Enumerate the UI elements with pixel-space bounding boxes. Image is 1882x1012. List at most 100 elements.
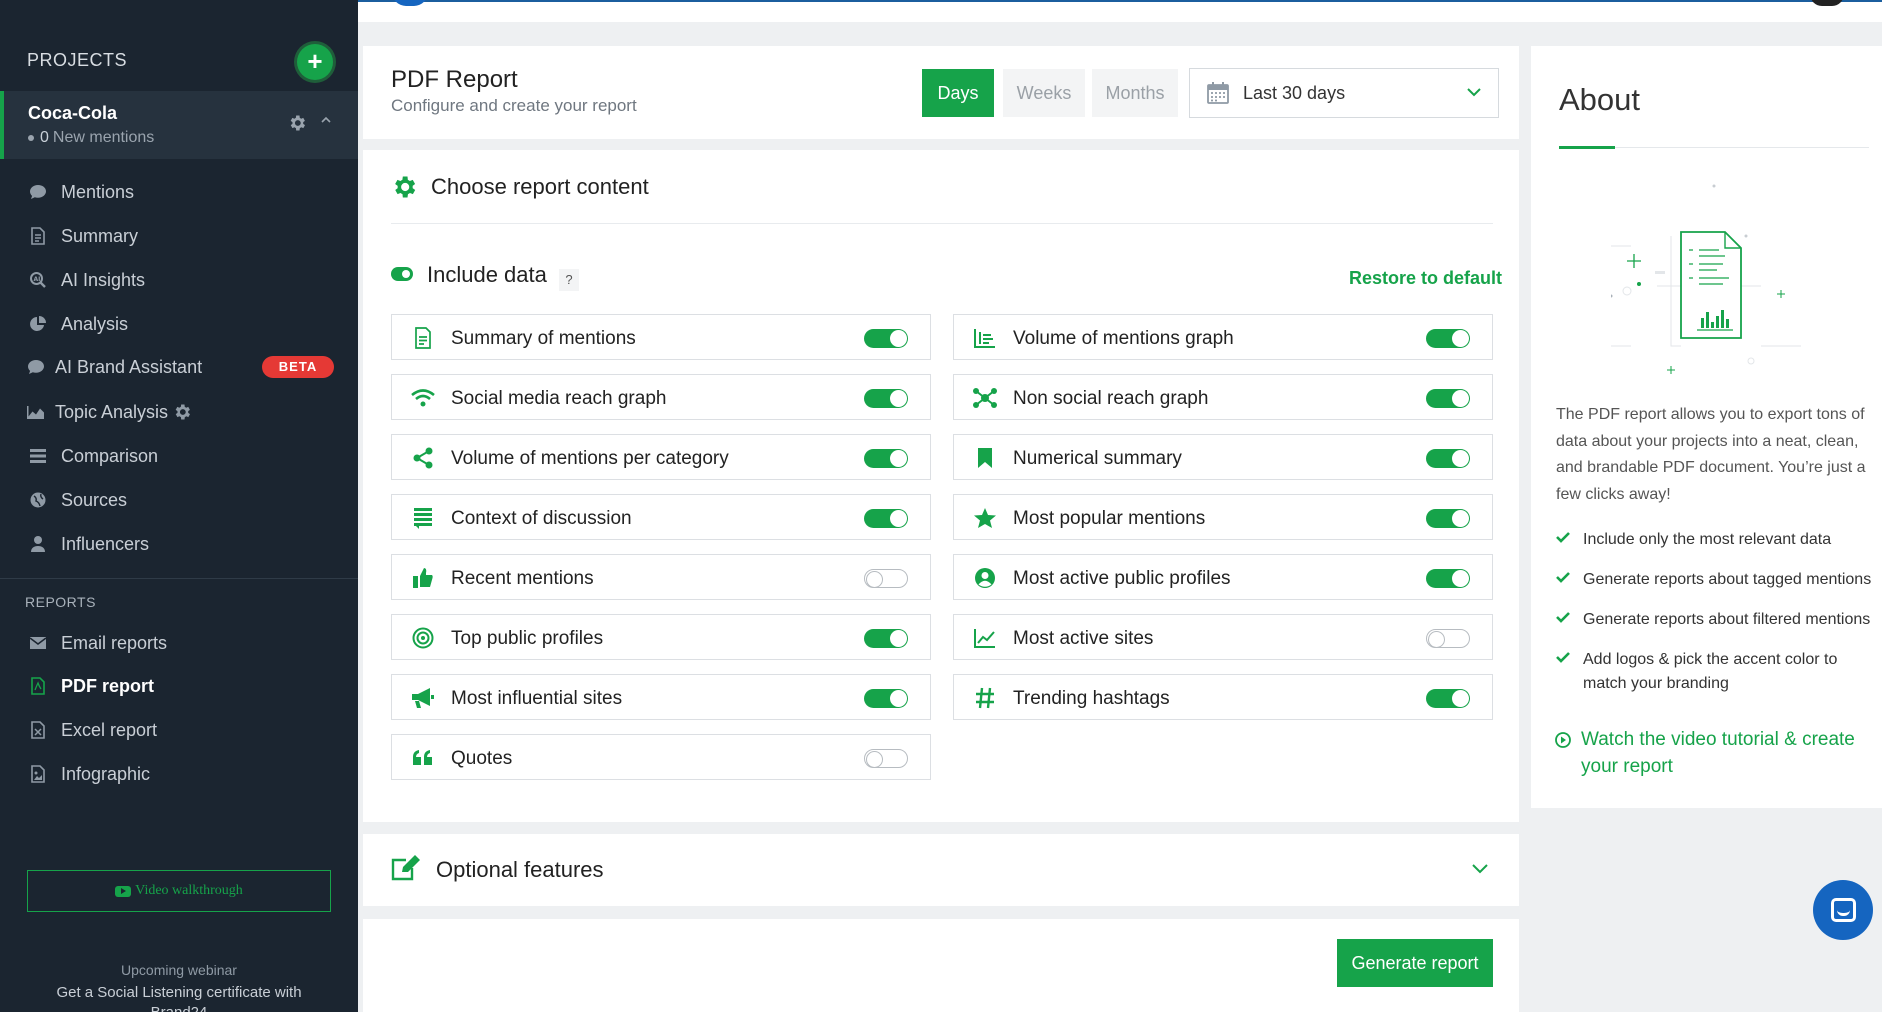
check-icon	[1555, 648, 1575, 696]
sidebar-item-label: Sources	[61, 489, 128, 510]
option-toggle[interactable]	[864, 629, 908, 648]
user-icon	[27, 535, 49, 553]
include-data-toggle[interactable]	[391, 267, 413, 286]
option-toggle[interactable]	[864, 689, 908, 708]
optional-features-panel[interactable]: Optional features	[363, 834, 1519, 906]
option-trending-hashtags[interactable]: Trending hashtags	[953, 674, 1493, 720]
option-toggle[interactable]	[864, 389, 908, 408]
sidebar-item-topic-analysis[interactable]: Topic Analysis	[25, 397, 192, 427]
generate-report-button[interactable]: Generate report	[1337, 939, 1493, 987]
sidebar-item-ai-brand-assistant[interactable]: AI Brand Assistant	[25, 352, 202, 382]
new-mentions-count: 0	[40, 129, 49, 146]
sidebar-item-label: Topic Analysis	[55, 401, 169, 422]
bookmark-icon	[972, 446, 998, 470]
option-label: Volume of mentions per category	[451, 448, 729, 469]
option-context-of-discussion[interactable]: Context of discussion	[391, 494, 931, 540]
chevron-down-icon[interactable]	[1471, 862, 1489, 881]
network-icon	[972, 386, 998, 410]
project-item[interactable]: Coca-Cola 0 New mentions	[0, 91, 358, 159]
webinar-text[interactable]: Get a Social Listening certificate with	[0, 984, 358, 1001]
option-toggle[interactable]	[1426, 329, 1470, 348]
report-header: PDF Report Configure and create your rep…	[363, 46, 1519, 139]
period-weeks-button[interactable]: Weeks	[1003, 69, 1085, 117]
period-days-button[interactable]: Days	[922, 69, 994, 117]
add-project-button[interactable]: +	[297, 44, 333, 80]
option-toggle[interactable]	[1426, 569, 1470, 588]
sidebar-item-label: Summary	[61, 225, 139, 246]
option-volume-of-mentions-graph[interactable]: Volume of mentions graph	[953, 314, 1493, 360]
sidebar-item-comparison[interactable]: Comparison	[27, 441, 158, 471]
sidebar-item-label: AI Insights	[61, 269, 146, 290]
feature-text: Generate reports about filtered mentions	[1583, 611, 1871, 628]
sidebar-item-analysis[interactable]: Analysis	[27, 309, 128, 339]
help-icon[interactable]: ?	[559, 269, 579, 291]
sidebar-item-excel-report[interactable]: Excel report	[27, 715, 157, 745]
option-toggle[interactable]	[1426, 689, 1470, 708]
option-toggle[interactable]	[864, 329, 908, 348]
line-chart-icon	[972, 626, 998, 650]
period-months-button[interactable]: Months	[1092, 69, 1178, 117]
date-range-select[interactable]: Last 30 days	[1189, 68, 1499, 118]
check-icon	[1555, 568, 1575, 592]
webinar-text-brand[interactable]: Brand24	[0, 1004, 358, 1012]
option-volume-per-category[interactable]: Volume of mentions per category	[391, 434, 931, 480]
hashtag-icon	[972, 686, 998, 710]
chevron-up-icon[interactable]	[320, 113, 332, 129]
watch-tutorial-text: Watch the video tutorial & create your r…	[1581, 729, 1855, 777]
video-walkthrough-button[interactable]: Video walkthrough	[27, 870, 331, 912]
feature-item: Add logos & pick the accent color to mat…	[1555, 648, 1868, 696]
restore-default-link[interactable]: Restore to default	[1349, 268, 1502, 289]
page-subtitle: Configure and create your report	[391, 96, 637, 115]
sidebar-item-mentions[interactable]: Mentions	[27, 177, 134, 207]
webinar-heading: Upcoming webinar	[121, 962, 237, 978]
option-toggle[interactable]	[864, 569, 908, 588]
sidebar-item-pdf-report[interactable]: PDF report	[27, 671, 154, 701]
option-most-popular-mentions[interactable]: Most popular mentions	[953, 494, 1493, 540]
watch-tutorial-link[interactable]: Watch the video tutorial & create your r…	[1555, 726, 1881, 780]
account-avatar[interactable]	[1810, 0, 1844, 6]
option-toggle[interactable]	[864, 749, 908, 768]
option-most-influential-sites[interactable]: Most influential sites	[391, 674, 931, 720]
option-toggle[interactable]	[1426, 629, 1470, 648]
option-most-active-public-profiles[interactable]: Most active public profiles	[953, 554, 1493, 600]
sidebar-item-label: Mentions	[61, 181, 135, 202]
option-quotes[interactable]: Quotes	[391, 734, 931, 780]
sidebar-item-infographic[interactable]: Infographic	[27, 759, 150, 789]
option-toggle[interactable]	[1426, 389, 1470, 408]
sidebar-item-ai-insights[interactable]: AI AI Insights	[27, 265, 145, 295]
project-settings-gear-icon[interactable]	[287, 113, 307, 139]
check-icon	[1555, 528, 1575, 552]
option-toggle[interactable]	[864, 509, 908, 528]
sidebar-item-email-reports[interactable]: Email reports	[27, 628, 167, 658]
option-summary-of-mentions[interactable]: Summary of mentions	[391, 314, 931, 360]
sidebar-item-label: Comparison	[61, 445, 159, 466]
megaphone-icon	[410, 686, 436, 710]
generate-panel: Generate report	[363, 919, 1519, 1012]
option-toggle[interactable]	[1426, 509, 1470, 528]
option-top-public-profiles[interactable]: Top public profiles	[391, 614, 931, 660]
option-recent-mentions[interactable]: Recent mentions	[391, 554, 931, 600]
sidebar-item-sources[interactable]: Sources	[27, 485, 127, 515]
chat-widget-button[interactable]	[1813, 880, 1873, 940]
option-label: Most popular mentions	[1013, 508, 1206, 529]
option-toggle[interactable]	[1426, 449, 1470, 468]
option-numerical-summary[interactable]: Numerical summary	[953, 434, 1493, 480]
pie-chart-icon	[27, 315, 49, 333]
gear-icon	[390, 173, 418, 206]
sidebar: PROJECTS + Coca-Cola 0 New mentions Menti…	[0, 0, 358, 1012]
option-social-media-reach-graph[interactable]: Social media reach graph	[391, 374, 931, 420]
svg-text:AI: AI	[34, 276, 41, 283]
globe-icon	[27, 491, 49, 509]
option-toggle[interactable]	[864, 449, 908, 468]
user-avatar[interactable]	[392, 0, 428, 6]
pdf-report-illustration	[1609, 176, 1821, 391]
option-most-active-sites[interactable]: Most active sites	[953, 614, 1493, 660]
option-label: Recent mentions	[451, 568, 594, 589]
wifi-icon	[410, 386, 436, 410]
play-icon	[1555, 726, 1575, 780]
user-circle-icon	[972, 566, 998, 590]
sidebar-item-summary[interactable]: Summary	[27, 221, 138, 251]
option-non-social-reach-graph[interactable]: Non social reach graph	[953, 374, 1493, 420]
sidebar-item-influencers[interactable]: Influencers	[27, 529, 149, 559]
chat-icon	[25, 359, 47, 375]
